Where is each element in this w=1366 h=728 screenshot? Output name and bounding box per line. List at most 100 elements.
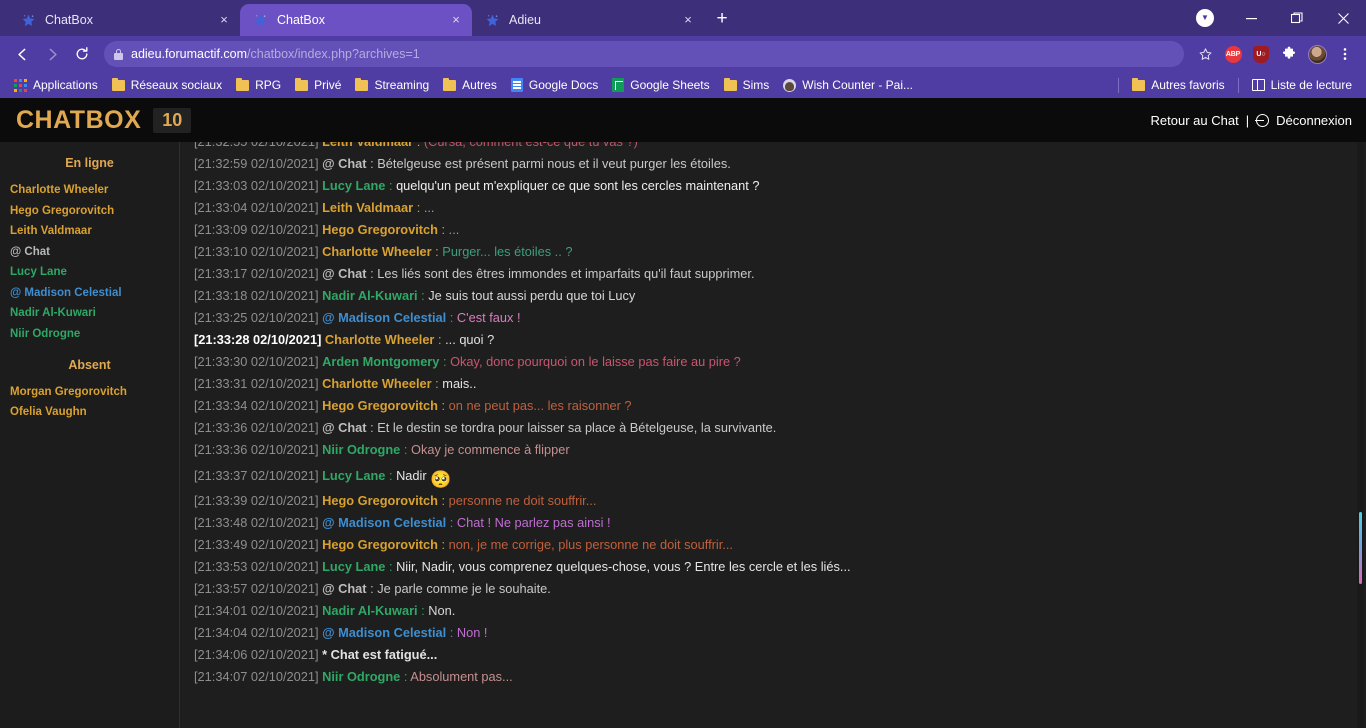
sidebar-user-absent[interactable]: Ofelia Vaughn [0, 406, 179, 418]
message-text: C'est faux ! [456, 310, 521, 325]
close-icon[interactable]: × [448, 12, 464, 28]
bookmark-google-sheets[interactable]: Google Sheets [606, 76, 715, 94]
message-timestamp: [21:34:01 02/10/2021] [194, 603, 323, 618]
bookmark-autres-favoris[interactable]: Autres favoris [1126, 76, 1230, 94]
message-colon: : [438, 537, 449, 552]
bookmark-star-icon[interactable] [1192, 41, 1218, 67]
message-timestamp: [21:33:36 02/10/2021] [194, 420, 323, 435]
back-to-chat-link[interactable]: Retour au Chat [1151, 113, 1239, 128]
message-author[interactable]: Lucy Lane [322, 559, 385, 574]
bookmark-wish-counter[interactable]: Wish Counter - Pai... [777, 76, 919, 94]
message-author[interactable]: Leith Valdmaar [322, 142, 413, 149]
browser-tab-1[interactable]: ChatBox × [8, 4, 240, 36]
message-text: Purger... les étoiles .. ? [442, 244, 573, 259]
message-author[interactable]: Lucy Lane [322, 178, 385, 193]
message-author[interactable]: Hego Gregorovitch [322, 493, 438, 508]
bookmark-applications[interactable]: Applications [8, 76, 104, 94]
bookmark-sims[interactable]: Sims [718, 76, 776, 94]
browser-menu-icon[interactable] [1332, 41, 1358, 67]
message-colon: : [385, 178, 397, 193]
folder-icon [236, 77, 250, 91]
chat-scrollbar[interactable] [1357, 142, 1364, 728]
message-author[interactable]: Niir Odrogne [322, 669, 400, 684]
bookmark-autres[interactable]: Autres [437, 76, 503, 94]
chat-message-area[interactable]: [21:32:55 02/10/2021] Leith Valdmaar : (… [180, 142, 1366, 728]
bookmark-reading-list[interactable]: Liste de lecture [1246, 76, 1358, 94]
message-author[interactable]: @ Chat [322, 266, 366, 281]
url-domain: adieu.forumactif.com [131, 47, 248, 61]
sidebar-user-online[interactable]: @ Madison Celestial [0, 287, 179, 299]
forward-icon[interactable] [38, 40, 66, 68]
message-author[interactable]: Charlotte Wheeler [325, 332, 435, 347]
sidebar-user-online[interactable]: @ Chat [0, 246, 179, 258]
message-author[interactable]: @ Madison Celestial [322, 310, 446, 325]
close-icon[interactable]: × [680, 12, 696, 28]
message-text: (Cursa, comment est-ce que tu vas ?) [424, 142, 638, 149]
tab-title: Adieu [509, 13, 541, 27]
user-count-badge: 10 [153, 107, 192, 133]
message-author[interactable]: @ Chat [322, 420, 366, 435]
message-author[interactable]: Niir Odrogne [322, 442, 400, 457]
message-author[interactable]: Hego Gregorovitch [322, 398, 438, 413]
sidebar-user-online[interactable]: Leith Valdmaar [0, 225, 179, 237]
chat-scrollbar-thumb[interactable] [1359, 512, 1362, 584]
bookmark-label: Applications [33, 78, 98, 92]
message-author[interactable]: @ Chat [322, 156, 366, 171]
bookmark-rpg[interactable]: RPG [230, 76, 287, 94]
chat-message: [21:33:39 02/10/2021] Hego Gregorovitch … [194, 490, 1348, 512]
message-timestamp: [21:33:57 02/10/2021] [194, 581, 323, 596]
bookmark-prive[interactable]: Privé [289, 76, 347, 94]
close-window-button[interactable] [1320, 0, 1366, 36]
message-author[interactable]: @ Chat [322, 581, 366, 596]
sidebar-user-online[interactable]: Nadir Al-Kuwari [0, 307, 179, 319]
profile-avatar[interactable] [1304, 41, 1330, 67]
extensions-puzzle-icon[interactable] [1276, 41, 1302, 67]
message-author[interactable]: Charlotte Wheeler [322, 244, 432, 259]
reload-icon[interactable] [68, 40, 96, 68]
sidebar-user-online[interactable]: Lucy Lane [0, 266, 179, 278]
message-author[interactable]: * Chat est fatigué... [322, 647, 437, 662]
adblock-plus-icon[interactable]: ABP [1220, 41, 1246, 67]
bookmarks-divider [1237, 77, 1239, 93]
browser-tab-2[interactable]: ChatBox × [240, 4, 472, 36]
message-author[interactable]: @ Madison Celestial [322, 515, 446, 530]
close-icon[interactable]: × [216, 12, 232, 28]
message-text: Bételgeuse est présent parmi nous et il … [377, 156, 731, 171]
minimize-button[interactable] [1228, 0, 1274, 36]
folder-icon [111, 77, 125, 91]
sidebar-user-online[interactable]: Niir Odrogne [0, 328, 179, 340]
message-colon: : [417, 603, 429, 618]
new-tab-button[interactable]: + [708, 6, 736, 34]
message-author[interactable]: Leith Valdmaar [322, 200, 413, 215]
address-bar[interactable]: adieu.forumactif.com/chatbox/index.php?a… [104, 41, 1184, 67]
chat-message: [21:34:04 02/10/2021] @ Madison Celestia… [194, 622, 1348, 644]
message-timestamp: [21:33:34 02/10/2021] [194, 398, 323, 413]
bookmark-streaming[interactable]: Streaming [349, 76, 435, 94]
chat-message: [21:33:34 02/10/2021] Hego Gregorovitch … [194, 395, 1348, 417]
sidebar-user-online[interactable]: Hego Gregorovitch [0, 205, 179, 217]
downloads-button[interactable]: ▼ [1182, 0, 1228, 36]
message-colon: : [413, 142, 424, 149]
message-author[interactable]: Nadir Al-Kuwari [322, 603, 418, 618]
message-author[interactable]: Charlotte Wheeler [322, 376, 432, 391]
browser-tab-3[interactable]: Adieu × [472, 4, 704, 36]
message-timestamp: [21:32:55 02/10/2021] [194, 142, 322, 149]
chat-message: [21:33:18 02/10/2021] Nadir Al-Kuwari : … [194, 285, 1348, 307]
logout-link[interactable]: Déconnexion [1276, 113, 1352, 128]
chat-message: [21:34:06 02/10/2021] * Chat est fatigué… [194, 644, 1348, 666]
message-colon: : [439, 354, 451, 369]
maximize-button[interactable] [1274, 0, 1320, 36]
message-author[interactable]: Hego Gregorovitch [322, 222, 438, 237]
sidebar-user-absent[interactable]: Morgan Gregorovitch [0, 386, 179, 398]
umatrix-shield-icon[interactable]: U○ [1248, 41, 1274, 67]
back-icon[interactable] [8, 40, 36, 68]
message-author[interactable]: @ Madison Celestial [322, 625, 446, 640]
bookmark-google-docs[interactable]: Google Docs [505, 76, 604, 94]
sidebar-user-online[interactable]: Charlotte Wheeler [0, 184, 179, 196]
message-author[interactable]: Arden Montgomery [322, 354, 439, 369]
chat-message: [21:33:03 02/10/2021] Lucy Lane : quelqu… [194, 175, 1348, 197]
message-author[interactable]: Nadir Al-Kuwari [322, 288, 418, 303]
bookmark-reseaux-sociaux[interactable]: Réseaux sociaux [106, 76, 228, 94]
message-author[interactable]: Lucy Lane [322, 468, 385, 483]
message-author[interactable]: Hego Gregorovitch [322, 537, 438, 552]
